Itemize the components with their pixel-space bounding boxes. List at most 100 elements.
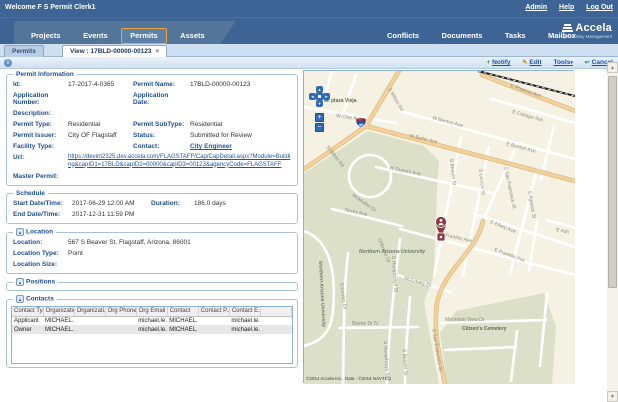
admin-link[interactable]: Admin bbox=[525, 4, 547, 11]
table-cell bbox=[198, 316, 229, 325]
top-bar: Welcome F S Permit Clerk1 Admin Help Log… bbox=[0, 0, 618, 17]
table-cell bbox=[74, 325, 105, 334]
column-header[interactable]: Contact E... bbox=[229, 307, 260, 316]
top-links: Admin Help Log Out bbox=[515, 4, 613, 11]
table-cell: Applicant bbox=[12, 316, 43, 325]
column-header[interactable]: Organizati... bbox=[74, 307, 105, 316]
field-label: Master Permit: bbox=[13, 173, 63, 180]
collapse-icon[interactable]: ▲ bbox=[16, 278, 24, 286]
pan-left-icon[interactable]: ◄ bbox=[309, 93, 316, 100]
accela-logo: Accela Right of Way Management bbox=[559, 22, 612, 39]
tab-conflicts[interactable]: Conflicts bbox=[378, 28, 428, 44]
field-value bbox=[68, 173, 293, 180]
pan-down-icon[interactable]: ▼ bbox=[316, 100, 323, 107]
column-header[interactable]: Contact bbox=[167, 307, 198, 316]
field-row: Master Permit: bbox=[11, 171, 293, 182]
field-row: Permit Issuer: City OF Flagstaff Status:… bbox=[11, 130, 293, 141]
table-cell: michael.le... bbox=[136, 316, 167, 325]
table-cell bbox=[260, 325, 291, 334]
subtab-permits[interactable]: Permits bbox=[4, 45, 44, 57]
vertical-scrollbar[interactable]: ▲ ▼ bbox=[607, 62, 618, 402]
tab-projects[interactable]: Projects bbox=[22, 28, 70, 44]
field-row: Id: 17-2017-4-0365 Permit Name: 17BLD-00… bbox=[11, 79, 293, 90]
field-label: Location Type: bbox=[13, 250, 63, 257]
section-title: Permit Information bbox=[13, 71, 77, 78]
tab-assets[interactable]: Assets bbox=[171, 28, 214, 44]
column-header[interactable] bbox=[260, 307, 291, 316]
map-pan-control: ▲ ◄ ► ▼ bbox=[309, 86, 330, 107]
field-label: Application Number: bbox=[13, 92, 63, 106]
section-title: ▲Positions bbox=[13, 278, 58, 286]
table-header-row: Contact Ty...OrganizationOrganizati...Or… bbox=[12, 307, 292, 316]
field-row: Facility Type: Contact: City Engineer bbox=[11, 141, 293, 152]
field-label: Location: bbox=[13, 239, 63, 246]
logout-link[interactable]: Log Out bbox=[586, 4, 613, 11]
field-value: City OF Flagstaff bbox=[68, 132, 128, 139]
pan-up-icon[interactable]: ▲ bbox=[316, 86, 323, 93]
pan-right-icon[interactable]: ► bbox=[323, 93, 330, 100]
scrollbar-thumb[interactable] bbox=[608, 76, 617, 288]
table-cell: MICHAEL... bbox=[167, 316, 198, 325]
column-header[interactable]: Contact Ty... bbox=[12, 307, 43, 316]
field-value: 17-2017-4-0365 bbox=[68, 81, 128, 88]
field-label: Description: bbox=[13, 110, 63, 117]
field-value: 17BLD-00000-00123 bbox=[190, 81, 293, 88]
table-cell: MICHAEL... bbox=[43, 316, 74, 325]
field-value bbox=[190, 92, 293, 106]
field-row: Location Type: Point bbox=[11, 248, 293, 259]
svg-text:40: 40 bbox=[358, 123, 364, 128]
tools-button[interactable]: Tools▾ bbox=[553, 59, 572, 66]
zoom-in-icon[interactable]: + bbox=[315, 113, 324, 122]
collapse-icon[interactable]: ▲ bbox=[16, 228, 24, 236]
edit-button[interactable]: ✎Edit bbox=[522, 59, 541, 66]
gis-map[interactable]: 40 plaza ViejaW Clay AveS Milton RdS Mil… bbox=[303, 70, 574, 383]
notify-button[interactable]: +Notify bbox=[487, 59, 511, 66]
scrollbar-up-icon[interactable]: ▲ bbox=[607, 62, 618, 73]
help-link[interactable]: Help bbox=[559, 4, 574, 11]
tab-permits[interactable]: Permits bbox=[121, 28, 167, 44]
table-row[interactable]: ApplicantMICHAEL...michael.le...MICHAEL.… bbox=[12, 316, 292, 325]
close-icon[interactable]: × bbox=[156, 48, 160, 55]
table-cell bbox=[105, 316, 136, 325]
pan-center-button[interactable] bbox=[316, 93, 323, 100]
field-label: Url: bbox=[13, 154, 63, 169]
info-icon[interactable]: i bbox=[4, 59, 12, 67]
cancel-icon: ↩ bbox=[585, 59, 590, 66]
table-cell bbox=[260, 316, 291, 325]
field-row: Application Number: Application Date: bbox=[11, 90, 293, 108]
tab-documents[interactable]: Documents bbox=[433, 28, 492, 44]
table-row[interactable]: OwnerMICHAEL...michael.le...MICHAEL...mi… bbox=[12, 325, 292, 334]
table-cell: Owner bbox=[12, 325, 43, 334]
field-row: Url: https://devint2325.dev.accela.com/F… bbox=[11, 152, 293, 171]
contacts-section: ▲Contacts Contact Ty...OrganizationOrgan… bbox=[6, 295, 298, 368]
zoom-out-icon[interactable]: − bbox=[315, 123, 324, 132]
map-copyright: ©2014 Accela Inc., Data - ©2014 NAVTEQ bbox=[306, 376, 391, 381]
field-label: Permit Type: bbox=[13, 121, 63, 128]
subtab-view-permit[interactable]: View : 17BLD-00000-00123× bbox=[62, 45, 167, 57]
field-value: 2017-06-29 12:00 AM bbox=[72, 200, 146, 207]
tab-events[interactable]: Events bbox=[74, 28, 117, 44]
map-street-label: Mountain View Dr bbox=[445, 317, 485, 323]
column-header[interactable]: Contact P... bbox=[198, 307, 229, 316]
accela-logo-icon bbox=[562, 23, 573, 33]
scrollbar-down-icon[interactable]: ▼ bbox=[607, 391, 618, 402]
contacts-table: Contact Ty...OrganizationOrganizati...Or… bbox=[11, 306, 293, 364]
nav-tab-group: Projects Events Permits Assets bbox=[14, 21, 236, 45]
field-row: Location Size: bbox=[11, 259, 293, 270]
section-title: ▲Location bbox=[13, 228, 56, 236]
table-cell bbox=[198, 325, 229, 334]
column-header[interactable]: Org Phone bbox=[105, 307, 136, 316]
contact-link[interactable]: City Engineer bbox=[190, 143, 232, 150]
collapse-icon[interactable]: ▲ bbox=[16, 295, 24, 303]
action-toolbar: i +Notify ✎Edit Tools▾ ↩Cancel bbox=[0, 57, 618, 69]
field-label: Duration: bbox=[151, 200, 189, 207]
column-header[interactable]: Org Email bbox=[136, 307, 167, 316]
field-value: 186.0 days bbox=[194, 200, 293, 207]
map-campus-area bbox=[304, 131, 439, 384]
permit-url-link[interactable]: https://devint2325.dev.accela.com/FLAGST… bbox=[68, 154, 290, 168]
column-header[interactable]: Organization bbox=[43, 307, 74, 316]
main-nav: Projects Events Permits Assets Conflicts… bbox=[0, 17, 618, 44]
toolbar-actions: +Notify ✎Edit Tools▾ ↩Cancel bbox=[477, 59, 613, 66]
positions-section: ▲Positions bbox=[6, 278, 298, 291]
tab-tasks[interactable]: Tasks bbox=[496, 28, 535, 44]
